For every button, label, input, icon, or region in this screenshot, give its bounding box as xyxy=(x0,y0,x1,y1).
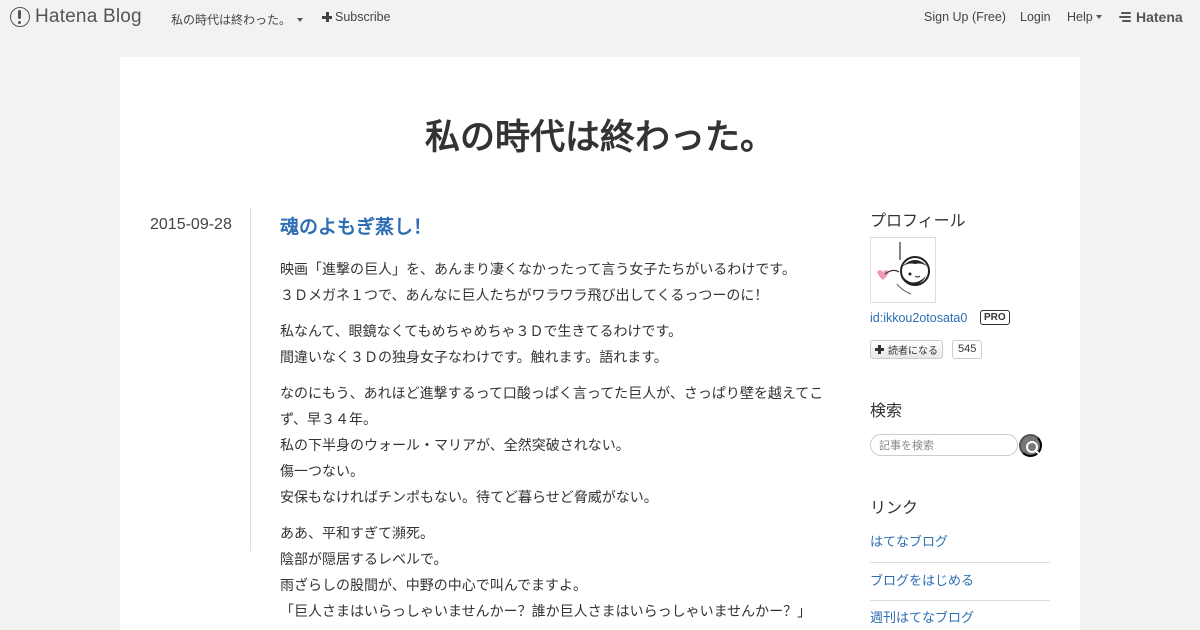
entry-date[interactable]: 2015-09-28 xyxy=(150,216,232,234)
entry-line: ああ、平和すぎて瀕死。 xyxy=(280,526,434,542)
hatena-logo[interactable]: Hatena xyxy=(1119,9,1183,25)
reader-count: 545 xyxy=(952,340,983,359)
avatar[interactable] xyxy=(870,237,936,303)
signup-link[interactable]: Sign Up (Free) xyxy=(924,10,1006,24)
entry-title[interactable]: 魂のよもぎ蒸し！ xyxy=(280,212,432,239)
entry-line: なのにもう、あれほど進撃するって口酸っぱく言ってた巨人が、さっぱり壁を越えてこず… xyxy=(280,386,824,428)
profile-heading: プロフィール xyxy=(870,211,966,230)
logo-text: Hatena Blog xyxy=(35,6,142,27)
date-divider xyxy=(250,208,251,551)
avatar-illustration xyxy=(877,242,930,295)
entry-line: 私の下半身のウォール・マリアが、全然突破されない。 xyxy=(280,438,630,454)
search-icon[interactable] xyxy=(1019,434,1042,457)
hatena-logo-icon xyxy=(1119,12,1133,22)
hatena-label: Hatena xyxy=(1136,9,1183,25)
links-list: はてなブログ ブログをはじめる 週刊はてなブログ xyxy=(870,525,1050,630)
caret-down-icon xyxy=(1095,15,1102,19)
entry-body: 映画「進撃の巨人」を、あんまり凄くなかったって言う女子たちがいるわけです。 ３Ｄ… xyxy=(280,257,830,630)
entry-line: 陰部が隠居するレベルで。 xyxy=(280,552,448,568)
entry-line: 間違いなく３Ｄの独身女子なわけです。触れます。語れます。 xyxy=(280,350,668,366)
caret-down-icon xyxy=(297,17,304,22)
entry-line: 私なんて、眼鏡なくてもめちゃめちゃ３Ｄで生きてるわけです。 xyxy=(280,324,683,340)
subscribe-button[interactable]: Subscribe xyxy=(322,10,391,24)
reader-button-label: 読者になる xyxy=(888,346,938,357)
blog-name-dropdown[interactable]: 私の時代は終わった。 xyxy=(171,11,304,28)
link-item[interactable]: ブログをはじめる xyxy=(870,563,1050,601)
entry-line: 傷一つない。 xyxy=(280,464,364,480)
entry-paragraph: なのにもう、あれほど進撃するって口酸っぱく言ってた巨人が、さっぱり壁を越えてこず… xyxy=(280,381,830,511)
plus-icon xyxy=(875,345,884,354)
plus-icon xyxy=(322,12,332,22)
link-item[interactable]: はてなブログ xyxy=(870,525,1050,563)
entry-line: 安保もなければチンポもない。待てど暮らせど脅威がない。 xyxy=(280,490,658,506)
entry-paragraph: ああ、平和すぎて瀕死。 陰部が隠居するレベルで。 雨ざらしの股間が、中野の中心で… xyxy=(280,521,830,625)
entry-paragraph: 私なんて、眼鏡なくてもめちゃめちゃ３Ｄで生きてるわけです。 間違いなく３Ｄの独身… xyxy=(280,319,830,371)
blog-name-label: 私の時代は終わった。 xyxy=(171,13,292,27)
blog-title[interactable]: 私の時代は終わった。 xyxy=(120,109,1080,160)
entry-line: ３Ｄメガネ１つで、あんなに巨人たちがワラワラ飛び出してくるっつーのに！ xyxy=(280,288,769,304)
entry-line: 映画「進撃の巨人」を、あんまり凄くなかったって言う女子たちがいるわけです。 xyxy=(280,262,796,278)
entry-line: 「巨人さまはいらっしゃいませんかー？誰か巨人さまはいらっしゃいませんかー？」 xyxy=(280,604,812,620)
login-link[interactable]: Login xyxy=(1020,10,1051,24)
entry-line: 雨ざらしの股間が、中野の中心で叫んでますよ。 xyxy=(280,578,588,594)
pro-badge: PRO xyxy=(980,310,1010,325)
hatena-blog-logo-icon xyxy=(10,7,30,27)
subscribe-label: Subscribe xyxy=(335,10,391,24)
global-header: Hatena Blog 私の時代は終わった。 Subscribe Sign Up… xyxy=(0,0,1200,36)
entry-paragraph: 映画「進撃の巨人」を、あんまり凄くなかったって言う女子たちがいるわけです。 ３Ｄ… xyxy=(280,257,830,309)
subscribe-reader-button[interactable]: 読者になる xyxy=(870,340,943,359)
profile-id-link[interactable]: id:ikkou2otosata0 xyxy=(870,311,967,325)
link-item[interactable]: 週刊はてなブログ xyxy=(870,601,1050,630)
sidebar: プロフィール id:ikkou2otosata0 PRO 読者になる 545 検… xyxy=(870,207,1050,626)
links-heading: リンク xyxy=(870,498,919,517)
hatena-blog-logo[interactable]: Hatena Blog xyxy=(10,6,142,28)
help-menu[interactable]: Help xyxy=(1067,10,1102,24)
help-label: Help xyxy=(1067,10,1093,24)
search-heading: 検索 xyxy=(870,401,903,420)
blog-page: 私の時代は終わった。 2015-09-28 魂のよもぎ蒸し！ 映画「進撃の巨人」… xyxy=(120,57,1080,630)
search-input[interactable] xyxy=(870,434,1018,456)
